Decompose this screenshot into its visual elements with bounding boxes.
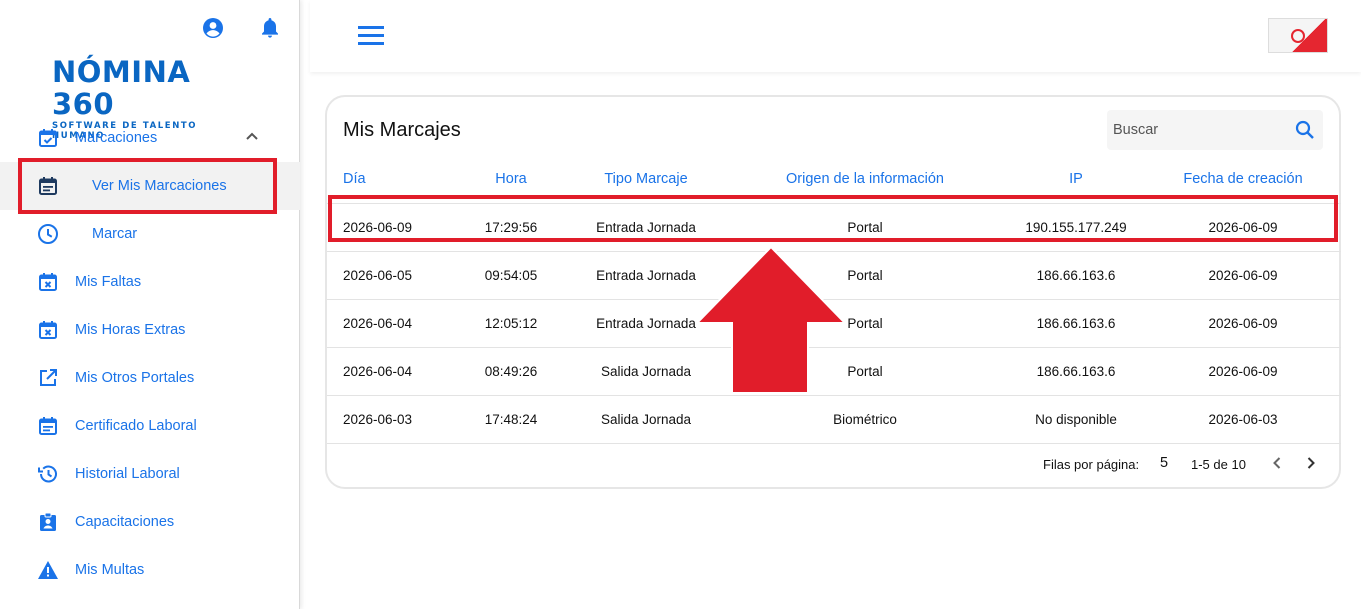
- cell-fecha: 2026-06-09: [1145, 298, 1341, 347]
- chevron-right-icon[interactable]: [1301, 453, 1321, 476]
- column-header-ip[interactable]: IP: [1007, 155, 1145, 203]
- cell-hora: 09:54:05: [453, 250, 569, 299]
- logo-mark-icon: [1291, 28, 1305, 43]
- sidebar-item-mis-otros-portales[interactable]: Mis Otros Portales: [0, 354, 300, 402]
- cell-fecha: 2026-06-09: [1145, 250, 1341, 299]
- sidebar-item-label: Mis Horas Extras: [75, 322, 186, 338]
- search-icon[interactable]: [1295, 120, 1315, 145]
- sidebar-item-label: Capacitaciones: [75, 514, 175, 530]
- sidebar-item-certificado-laboral[interactable]: Certificado Laboral: [0, 402, 300, 450]
- table-row[interactable]: 2026-06-09 17:29:56 Entrada Jornada Port…: [327, 202, 1341, 251]
- sidebar-item-mis-horas-extras[interactable]: Mis Horas Extras: [0, 306, 300, 354]
- assignment-ind-icon: [37, 511, 59, 533]
- chevron-left-icon[interactable]: [1267, 453, 1287, 476]
- company-logo-avatar[interactable]: [1268, 18, 1328, 53]
- cell-dia: 2026-06-05: [327, 250, 453, 299]
- cell-ip: 186.66.163.6: [1007, 346, 1145, 395]
- bell-icon[interactable]: [259, 16, 281, 40]
- marcajes-table: Día Hora Tipo Marcaje Origen de la infor…: [327, 155, 1341, 444]
- sidebar-item-capacitaciones[interactable]: Capacitaciones: [0, 498, 300, 546]
- cell-dia: 2026-06-04: [327, 346, 453, 395]
- warning-icon: [37, 559, 59, 581]
- cell-hora: 17:48:24: [453, 394, 569, 444]
- table-row[interactable]: 2026-06-05 09:54:05 Entrada Jornada Port…: [327, 250, 1341, 299]
- clock-icon: [37, 223, 59, 245]
- calendar-x-icon: [37, 271, 59, 293]
- account-circle-icon[interactable]: [201, 16, 225, 40]
- cell-origen: Biométrico: [723, 394, 1007, 444]
- page-title: Mis Marcajes: [343, 119, 461, 141]
- sidebar-top-icons: [201, 16, 281, 40]
- calendar-list-icon: [37, 175, 59, 197]
- sidebar-item-mis-faltas[interactable]: Mis Faltas: [0, 258, 300, 306]
- calendar-list-icon: [37, 415, 59, 437]
- sidebar-item-marcaciones[interactable]: Marcaciones: [0, 114, 300, 162]
- sidebar-item-ver-mis-marcaciones[interactable]: Ver Mis Marcaciones: [0, 162, 300, 210]
- cell-origen: Portal: [723, 250, 1007, 299]
- brand-name: NÓMINA 360: [52, 55, 191, 121]
- cell-hora: 12:05:12: [453, 298, 569, 347]
- calendar-check-icon: [37, 127, 59, 149]
- column-header-tipo-marcaje[interactable]: Tipo Marcaje: [569, 155, 723, 203]
- cell-ip: 190.155.177.249: [1007, 202, 1145, 251]
- search-input[interactable]: [1107, 110, 1277, 150]
- cell-dia: 2026-06-04: [327, 298, 453, 347]
- cell-fecha: 2026-06-09: [1145, 202, 1341, 251]
- cell-fecha: 2026-06-03: [1145, 394, 1341, 444]
- top-header: [310, 0, 1361, 72]
- cell-tipo: Entrada Jornada: [569, 202, 723, 251]
- cell-tipo: Salida Jornada: [569, 346, 723, 395]
- open-in-new-icon: [37, 367, 59, 389]
- sidebar: NÓMINA 360 SOFTWARE DE TALENTO HUMANO Ma…: [0, 0, 300, 609]
- chevron-up-icon[interactable]: [244, 128, 260, 148]
- column-header-hora[interactable]: Hora: [453, 155, 569, 203]
- sidebar-item-historial-laboral[interactable]: Historial Laboral: [0, 450, 300, 498]
- marcajes-card: Mis Marcajes Día Hora Tipo Marcaje Orige…: [325, 95, 1341, 489]
- column-header-fecha-creacion[interactable]: Fecha de creación: [1145, 155, 1341, 203]
- search-box: [1107, 110, 1323, 150]
- sidebar-item-label: Historial Laboral: [75, 466, 180, 482]
- sidebar-item-label: Mis Otros Portales: [75, 370, 195, 386]
- cell-origen: Portal: [723, 298, 1007, 347]
- cell-origen: Portal: [723, 346, 1007, 395]
- table-pagination: Filas por página: 5 1-5 de 10: [327, 445, 1341, 485]
- history-icon: [37, 463, 59, 485]
- cell-dia: 2026-06-03: [327, 394, 453, 444]
- cell-dia: 2026-06-09: [327, 202, 453, 251]
- rows-per-page-select[interactable]: 5: [1160, 455, 1168, 471]
- cell-fecha: 2026-06-09: [1145, 346, 1341, 395]
- calendar-x-icon: [37, 319, 59, 341]
- cell-ip: 186.66.163.6: [1007, 250, 1145, 299]
- cell-ip: No disponible: [1007, 394, 1145, 444]
- cell-ip: 186.66.163.6: [1007, 298, 1145, 347]
- sidebar-item-marcar[interactable]: Marcar: [0, 210, 300, 258]
- sidebar-item-label: Mis Multas: [75, 562, 145, 578]
- sidebar-item-label: Certificado Laboral: [75, 418, 197, 434]
- sidebar-item-label: Mis Faltas: [75, 274, 142, 290]
- sidebar-item-mis-multas[interactable]: Mis Multas: [0, 546, 300, 594]
- cell-origen: Portal: [723, 202, 1007, 251]
- rows-per-page-label: Filas por página:: [1043, 457, 1140, 472]
- sidebar-item-label: Ver Mis Marcaciones: [92, 178, 227, 194]
- table-header-row: Día Hora Tipo Marcaje Origen de la infor…: [327, 155, 1341, 203]
- cell-tipo: Salida Jornada: [569, 394, 723, 444]
- column-header-dia[interactable]: Día: [327, 155, 453, 203]
- table-row[interactable]: 2026-06-03 17:48:24 Salida Jornada Biomé…: [327, 394, 1341, 444]
- cell-tipo: Entrada Jornada: [569, 250, 723, 299]
- table-row[interactable]: 2026-06-04 12:05:12 Entrada Jornada Port…: [327, 298, 1341, 347]
- sidebar-nav: Marcaciones Ver Mis Marcaciones Marcar M…: [0, 114, 300, 594]
- cell-hora: 08:49:26: [453, 346, 569, 395]
- sidebar-item-label: Marcaciones: [75, 130, 158, 146]
- page-range-text: 1-5 de 10: [1191, 457, 1246, 472]
- cell-hora: 17:29:56: [453, 202, 569, 251]
- sidebar-item-label: Marcar: [92, 226, 138, 242]
- table-row[interactable]: 2026-06-04 08:49:26 Salida Jornada Porta…: [327, 346, 1341, 395]
- hamburger-menu-icon[interactable]: [358, 26, 384, 51]
- cell-tipo: Entrada Jornada: [569, 298, 723, 347]
- column-header-origen[interactable]: Origen de la información: [723, 155, 1007, 203]
